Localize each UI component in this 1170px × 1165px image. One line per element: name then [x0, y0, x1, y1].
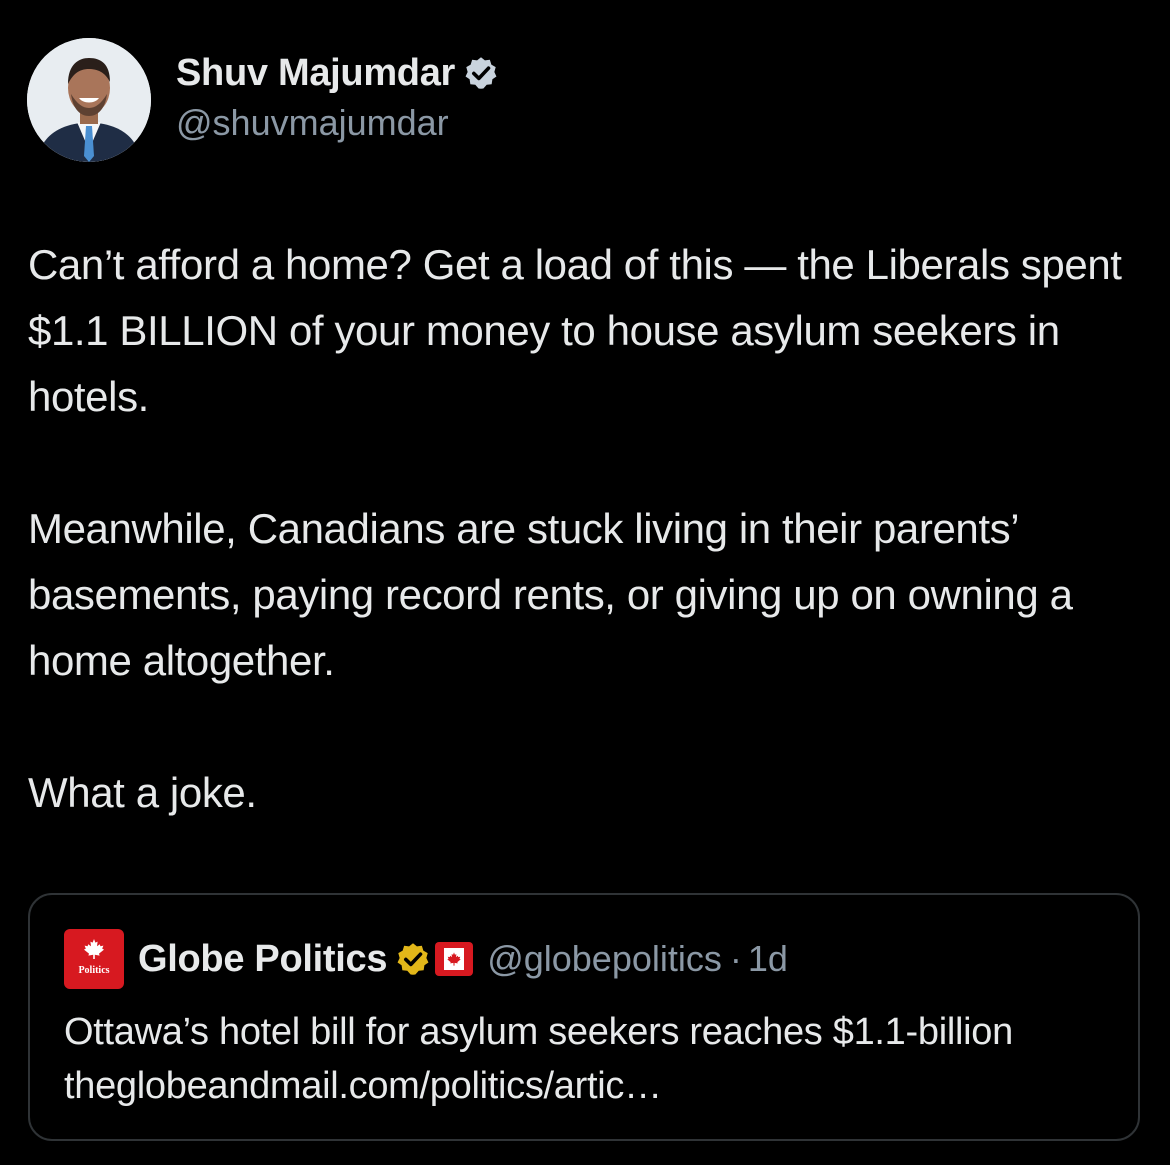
author-name-row: Shuv Majumdar [176, 48, 499, 98]
quote-timestamp[interactable]: 1d [748, 938, 788, 980]
tweet-paragraph: Meanwhile, Canadians are stuck living in… [28, 505, 1073, 684]
author-block[interactable]: Shuv Majumdar @shuvmajumdar [176, 48, 499, 144]
author-handle[interactable]: @shuvmajumdar [176, 102, 499, 144]
avatar[interactable] [27, 38, 151, 162]
maple-leaf-icon [447, 952, 461, 966]
quote-handle[interactable]: @globepolitics [487, 938, 722, 980]
avatar-photo [27, 38, 151, 162]
quote-separator: · [729, 938, 742, 979]
quote-tweet-card[interactable]: Politics Globe Politics @globepolitics ·… [28, 893, 1140, 1141]
quote-avatar-label: Politics [78, 965, 110, 976]
quote-avatar[interactable]: Politics [64, 929, 124, 989]
verified-icon [465, 57, 497, 89]
quote-display-name[interactable]: Globe Politics [138, 938, 387, 981]
tweet-text: Can’t afford a home? Get a load of this … [28, 232, 1148, 826]
quote-header: Politics Globe Politics @globepolitics ·… [64, 929, 788, 989]
maple-leaf-icon [84, 939, 104, 959]
author-display-name[interactable]: Shuv Majumdar [176, 52, 455, 95]
tweet-paragraph: What a joke. [28, 769, 257, 816]
tweet[interactable]: Shuv Majumdar @shuvmajumdar Can’t afford… [0, 0, 1170, 1165]
tweet-paragraph: Can’t afford a home? Get a load of this … [28, 241, 1122, 420]
quote-text: Ottawa’s hotel bill for asylum seekers r… [64, 1011, 1013, 1107]
verified-gold-icon [397, 943, 429, 975]
affiliate-flag-icon[interactable] [435, 942, 474, 976]
